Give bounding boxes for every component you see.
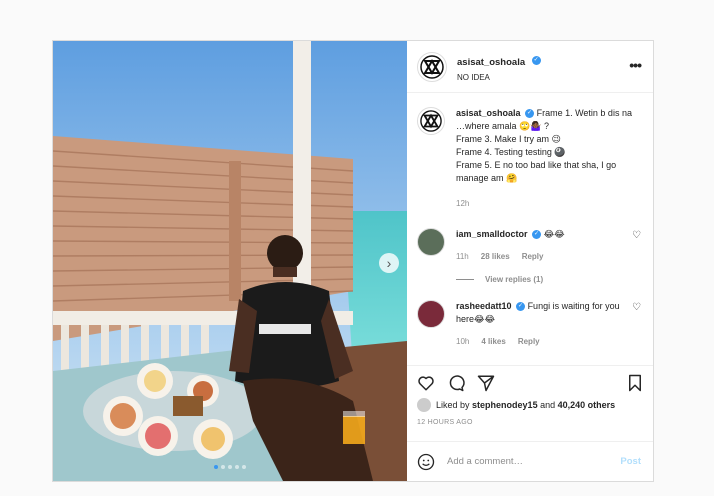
comment-username[interactable]: iam_smalldoctor: [456, 229, 528, 239]
comment-time[interactable]: 10h: [456, 335, 469, 348]
post-location[interactable]: NO IDEA: [457, 73, 541, 82]
photo-illustration: [53, 41, 407, 481]
post-header: asisat_oshoala ✓ NO IDEA •••: [407, 41, 653, 93]
caption-line: Frame 3. Make I try am 😉: [456, 134, 561, 144]
verified-badge-icon: ✓: [531, 55, 541, 65]
comment-bubble-icon[interactable]: [447, 374, 465, 392]
comment-time[interactable]: 11h: [456, 250, 469, 263]
comment-reply-button[interactable]: Reply: [518, 335, 540, 348]
heart-icon[interactable]: ♡: [632, 302, 641, 313]
caption: asisat_oshoala ✓ Frame 1. Wetin b dis na…: [417, 107, 641, 210]
carousel-dots: [53, 465, 407, 469]
comments-section[interactable]: asisat_oshoala ✓ Frame 1. Wetin b dis na…: [407, 93, 653, 365]
replies-divider: [456, 279, 474, 280]
author-logo-icon: [420, 54, 444, 79]
liked-by: Liked by stephenodey15 and 40,240 others: [417, 398, 643, 412]
post-photo[interactable]: ›: [53, 41, 407, 481]
comment-item: rasheedatt10 ✓ Fungi is waiting for you …: [417, 300, 641, 348]
view-replies-label: View replies (1): [485, 275, 544, 284]
like-heart-icon[interactable]: [417, 374, 435, 392]
post-side-panel: asisat_oshoala ✓ NO IDEA ••• asisat_osho…: [407, 41, 653, 481]
commenter-avatar[interactable]: [417, 300, 445, 328]
view-replies-button[interactable]: View replies (1): [456, 275, 641, 284]
caption-line: Frame 4. Testing testing 🎱: [456, 147, 566, 157]
post-card: › asisat_oshoala ✓ NO IDEA ••• asisat_os…: [52, 40, 654, 482]
verified-badge-icon: ✓: [532, 230, 542, 240]
caption-time[interactable]: 12h: [456, 197, 469, 210]
chevron-right-icon: ›: [386, 255, 392, 271]
author-username[interactable]: asisat_oshoala: [457, 57, 525, 68]
emoji-icon[interactable]: [417, 453, 435, 471]
carousel-dot: [221, 465, 225, 469]
carousel-next-button[interactable]: ›: [379, 253, 399, 273]
commenter-avatar[interactable]: [417, 228, 445, 256]
comment-likes[interactable]: 28 likes: [481, 250, 510, 263]
verified-badge-icon: ✓: [516, 302, 526, 312]
bookmark-icon[interactable]: [627, 374, 643, 397]
carousel-dot: [228, 465, 232, 469]
comment-reply-button[interactable]: Reply: [522, 250, 544, 263]
comment-text: 😂😂: [543, 229, 565, 239]
carousel-dot: [242, 465, 246, 469]
liked-by-prefix: Liked by: [436, 400, 470, 410]
liked-by-and: and: [540, 400, 556, 410]
carousel-dot: [235, 465, 239, 469]
liked-by-others[interactable]: 40,240 others: [558, 400, 616, 410]
comment-likes[interactable]: 4 likes: [481, 335, 505, 348]
comment-username[interactable]: rasheedatt10: [456, 301, 512, 311]
add-comment-input[interactable]: [447, 456, 621, 467]
caption-line: Frame 5. E no too bad like that sha, I g…: [456, 160, 617, 183]
author-avatar[interactable]: [417, 51, 447, 82]
post-actions: Liked by stephenodey15 and 40,240 others…: [407, 365, 653, 441]
heart-icon[interactable]: ♡: [632, 230, 641, 241]
share-send-icon[interactable]: [477, 374, 495, 392]
more-options-icon[interactable]: •••: [629, 57, 642, 73]
comment-item: iam_smalldoctor ✓ 😂😂 11h 28 likes Reply …: [417, 228, 641, 263]
caption-username[interactable]: asisat_oshoala: [456, 108, 521, 118]
author-logo-icon: [420, 110, 442, 132]
author-avatar[interactable]: [417, 107, 445, 135]
carousel-dot: [214, 465, 218, 469]
post-comment-button[interactable]: Post: [620, 456, 641, 467]
add-comment-bar: Post: [407, 441, 653, 481]
liker-avatar[interactable]: [417, 398, 431, 412]
post-timestamp[interactable]: 12 HOURS AGO: [417, 419, 643, 426]
verified-badge-icon: ✓: [525, 109, 535, 119]
liked-by-user[interactable]: stephenodey15: [472, 400, 538, 410]
